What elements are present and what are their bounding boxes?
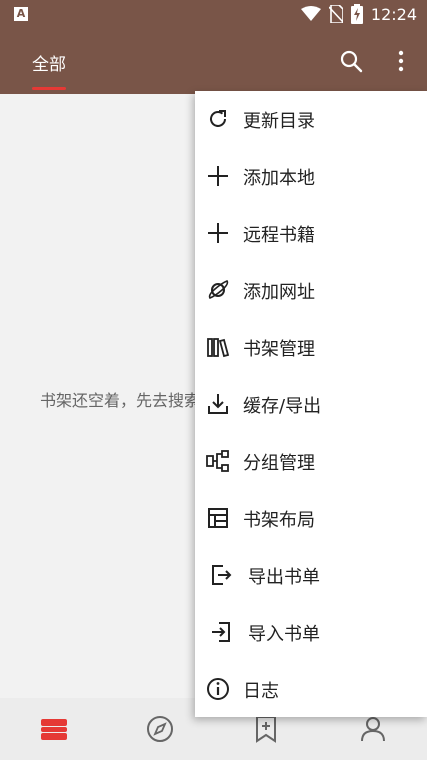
planet-icon: [208, 280, 229, 299]
menu-item-label: 添加本地: [243, 168, 315, 189]
refresh-icon: [210, 110, 226, 127]
menu-item-label: 书架管理: [243, 339, 315, 360]
menu-item-label: 日志: [243, 681, 279, 702]
menu-item-label: 远程书籍: [243, 225, 315, 246]
info-icon: [207, 678, 229, 700]
menu-item-add-url[interactable]: 添加网址: [195, 262, 427, 319]
layout-icon: [208, 508, 228, 528]
menu-item-label: 更新目录: [243, 111, 315, 132]
wifi-icon: [300, 6, 321, 21]
menu-item-log[interactable]: 日志: [195, 661, 427, 718]
overflow-menu: 更新目录 添加本地 远程书籍 添加网址 书架管理 缓存/导出 分组管理 书架布局…: [195, 91, 427, 717]
app-bar: 全部: [0, 28, 427, 94]
bookshelf-nav-icon[interactable]: [40, 715, 68, 743]
menu-item-group-manage[interactable]: 分组管理: [195, 433, 427, 490]
menu-item-label: 导入书单: [248, 624, 320, 645]
app-notification-icon: A: [14, 7, 28, 21]
search-icon[interactable]: [339, 49, 363, 73]
menu-item-label: 分组管理: [243, 453, 315, 474]
menu-item-bookshelf-manage[interactable]: 书架管理: [195, 319, 427, 376]
plus-icon: [208, 166, 228, 186]
download-icon: [208, 394, 228, 414]
menu-item-label: 书架布局: [243, 510, 315, 531]
menu-item-remote-books[interactable]: 远程书籍: [195, 205, 427, 262]
menu-item-update-catalog[interactable]: 更新目录: [195, 91, 427, 148]
status-time: 12:24: [370, 4, 417, 24]
more-vert-icon[interactable]: [389, 49, 413, 73]
tab-all[interactable]: 全部: [32, 50, 66, 75]
menu-item-label: 缓存/导出: [243, 396, 322, 417]
plus-icon: [208, 223, 228, 243]
rss-nav-icon[interactable]: [252, 715, 280, 743]
menu-item-export-booklist[interactable]: 导出书单: [195, 547, 427, 604]
menu-item-label: 导出书单: [248, 567, 320, 588]
menu-item-label: 添加网址: [243, 282, 315, 303]
profile-nav-icon[interactable]: [359, 715, 387, 743]
explore-nav-icon[interactable]: [146, 715, 174, 743]
books-icon: [207, 338, 230, 358]
menu-item-bookshelf-layout[interactable]: 书架布局: [195, 490, 427, 547]
menu-item-cache-export[interactable]: 缓存/导出: [195, 376, 427, 433]
group-icon: [206, 450, 229, 472]
no-sim-icon: [328, 5, 343, 23]
tab-indicator: [32, 87, 66, 90]
status-bar: A 12:24: [0, 0, 427, 28]
import-icon: [212, 622, 230, 642]
menu-item-import-booklist[interactable]: 导入书单: [195, 604, 427, 661]
menu-item-add-local[interactable]: 添加本地: [195, 148, 427, 205]
export-icon: [212, 565, 232, 585]
battery-charging-icon: [350, 4, 363, 24]
